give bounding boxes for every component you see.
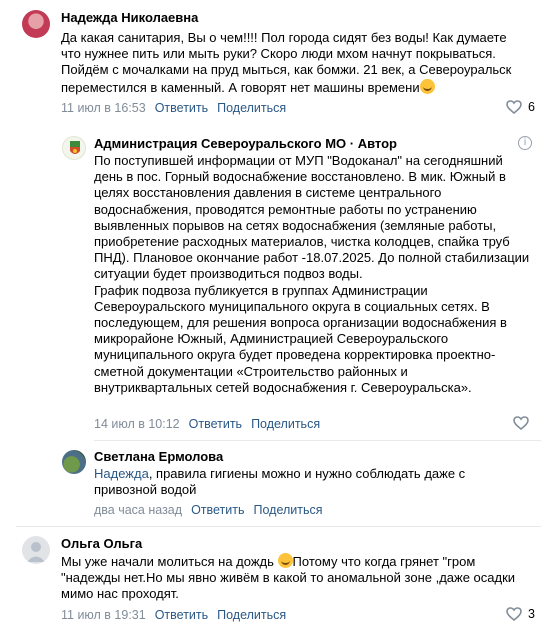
text-line: целях восстановления давления в системе … bbox=[94, 185, 442, 201]
author-name[interactable]: Надежда Николаевна bbox=[61, 10, 198, 25]
heart-icon bbox=[506, 607, 522, 621]
text-line: водоснабжения, проводятся ремонтные рабо… bbox=[94, 201, 477, 217]
heart-icon bbox=[513, 416, 529, 430]
comment-administration: Администрация Североуральского МО · Авто… bbox=[0, 124, 557, 438]
text-line: приобретение расходных материалов, чистк… bbox=[94, 234, 510, 250]
share-button[interactable]: Поделиться bbox=[251, 417, 320, 431]
text-line: По поступившей информации от МУП "Водока… bbox=[94, 153, 503, 168]
text-line: ситуации будет производиться подвоз воды… bbox=[94, 266, 363, 282]
mention-link[interactable]: Надежда bbox=[94, 466, 149, 481]
avatar[interactable] bbox=[62, 136, 86, 160]
text-line: Североуральского муниципального округа в… bbox=[94, 298, 490, 314]
comment-meta: 14 июл в 10:12 Ответить Поделиться bbox=[94, 417, 320, 431]
text-line: "надежды нет.Но мы явно живём в какой то… bbox=[61, 570, 516, 586]
user-placeholder-icon bbox=[27, 542, 45, 562]
text-line: Мы уже начали молиться на дождь Потому ч… bbox=[61, 553, 476, 569]
share-button[interactable]: Поделиться bbox=[254, 503, 323, 517]
comment-text: Да какая санитария, Вы о чем!!!! Пол гор… bbox=[61, 30, 541, 96]
text-line: привозной водой bbox=[94, 482, 197, 498]
text-line: муниципального округа будет проведена ко… bbox=[94, 347, 496, 363]
comment-meta: два часа назад Ответить Поделиться bbox=[94, 503, 323, 517]
author-name[interactable]: Светлана Ермолова bbox=[94, 449, 223, 464]
text-line: Да какая санитария, Вы о чем!!!! Пол гор… bbox=[61, 30, 507, 45]
like-count: 3 bbox=[528, 607, 535, 621]
text-line: мимо нас проходят. bbox=[61, 586, 179, 602]
avatar[interactable] bbox=[22, 10, 50, 38]
reply-button[interactable]: Ответить bbox=[155, 608, 208, 622]
avatar[interactable] bbox=[62, 450, 86, 474]
reply-button[interactable]: Ответить bbox=[155, 101, 208, 115]
author-name[interactable]: Администрация Североуральского МО · Авто… bbox=[94, 136, 397, 151]
comment-meta: 11 июл в 19:31 Ответить Поделиться bbox=[61, 608, 286, 622]
comment-svetlana: Светлана Ермолова Надежда, правила гигие… bbox=[0, 440, 557, 526]
comment-text: Мы уже начали молиться на дождь Потому ч… bbox=[61, 553, 541, 603]
text-line: внутриквартальных сетей водоснабжения г.… bbox=[94, 379, 472, 395]
like-count: 6 bbox=[528, 100, 535, 114]
comment-nadezhda: Надежда Николаевна Да какая санитария, В… bbox=[0, 0, 557, 124]
like-button[interactable]: 3 bbox=[506, 607, 535, 621]
text-line: что нужнее пить или мыть руки? Скоро люд… bbox=[61, 46, 496, 62]
comment-date[interactable]: два часа назад bbox=[94, 503, 182, 517]
coat-of-arms-icon bbox=[70, 141, 80, 154]
reply-button[interactable]: Ответить bbox=[191, 503, 244, 517]
avatar[interactable] bbox=[22, 536, 50, 564]
text-line: микрорайоне Южный, Администрацией Северо… bbox=[94, 331, 449, 347]
comment-meta: 11 июл в 16:53 Ответить Поделиться bbox=[61, 101, 286, 115]
comment-date[interactable]: 14 июл в 10:12 bbox=[94, 417, 180, 431]
text-line: день в пос. Горный водоснабжение восстан… bbox=[94, 169, 506, 185]
text-line: выявленных порывов на сетях водоснабжени… bbox=[94, 217, 497, 233]
share-button[interactable]: Поделиться bbox=[217, 608, 286, 622]
like-button[interactable] bbox=[513, 416, 529, 430]
grinning-sweat-emoji bbox=[277, 553, 293, 568]
like-button[interactable]: 6 bbox=[506, 100, 535, 114]
grinning-sweat-emoji bbox=[419, 78, 435, 94]
text-line: сметной документации «Строительство райо… bbox=[94, 363, 408, 379]
comment-olga: Ольга Ольга Мы уже начали молиться на до… bbox=[0, 526, 557, 630]
text-line: Надежда, правила гигиены можно и нужно с… bbox=[94, 466, 466, 481]
info-icon[interactable]: i bbox=[518, 136, 532, 150]
comment-text: Надежда, правила гигиены можно и нужно с… bbox=[94, 466, 534, 498]
text-line: График подвоза публикуется в группах Адм… bbox=[94, 282, 428, 298]
comment-date[interactable]: 11 июл в 16:53 bbox=[61, 101, 146, 115]
text-line: переместился в каменный. А говорят нет м… bbox=[61, 78, 541, 96]
text-line: ПНД). Плановое окончание работ -18.07.20… bbox=[94, 250, 530, 266]
text-line: Пойдём с мочалками на пруд мыться, как б… bbox=[61, 62, 512, 78]
reply-button[interactable]: Ответить bbox=[189, 417, 242, 431]
heart-icon bbox=[506, 100, 522, 114]
author-name[interactable]: Ольга Ольга bbox=[61, 536, 142, 551]
text-line: последующем, для решения вопроса организ… bbox=[94, 315, 507, 331]
share-button[interactable]: Поделиться bbox=[217, 101, 286, 115]
comment-text: По поступившей информации от МУП "Водока… bbox=[94, 153, 534, 396]
comment-date[interactable]: 11 июл в 19:31 bbox=[61, 608, 146, 622]
